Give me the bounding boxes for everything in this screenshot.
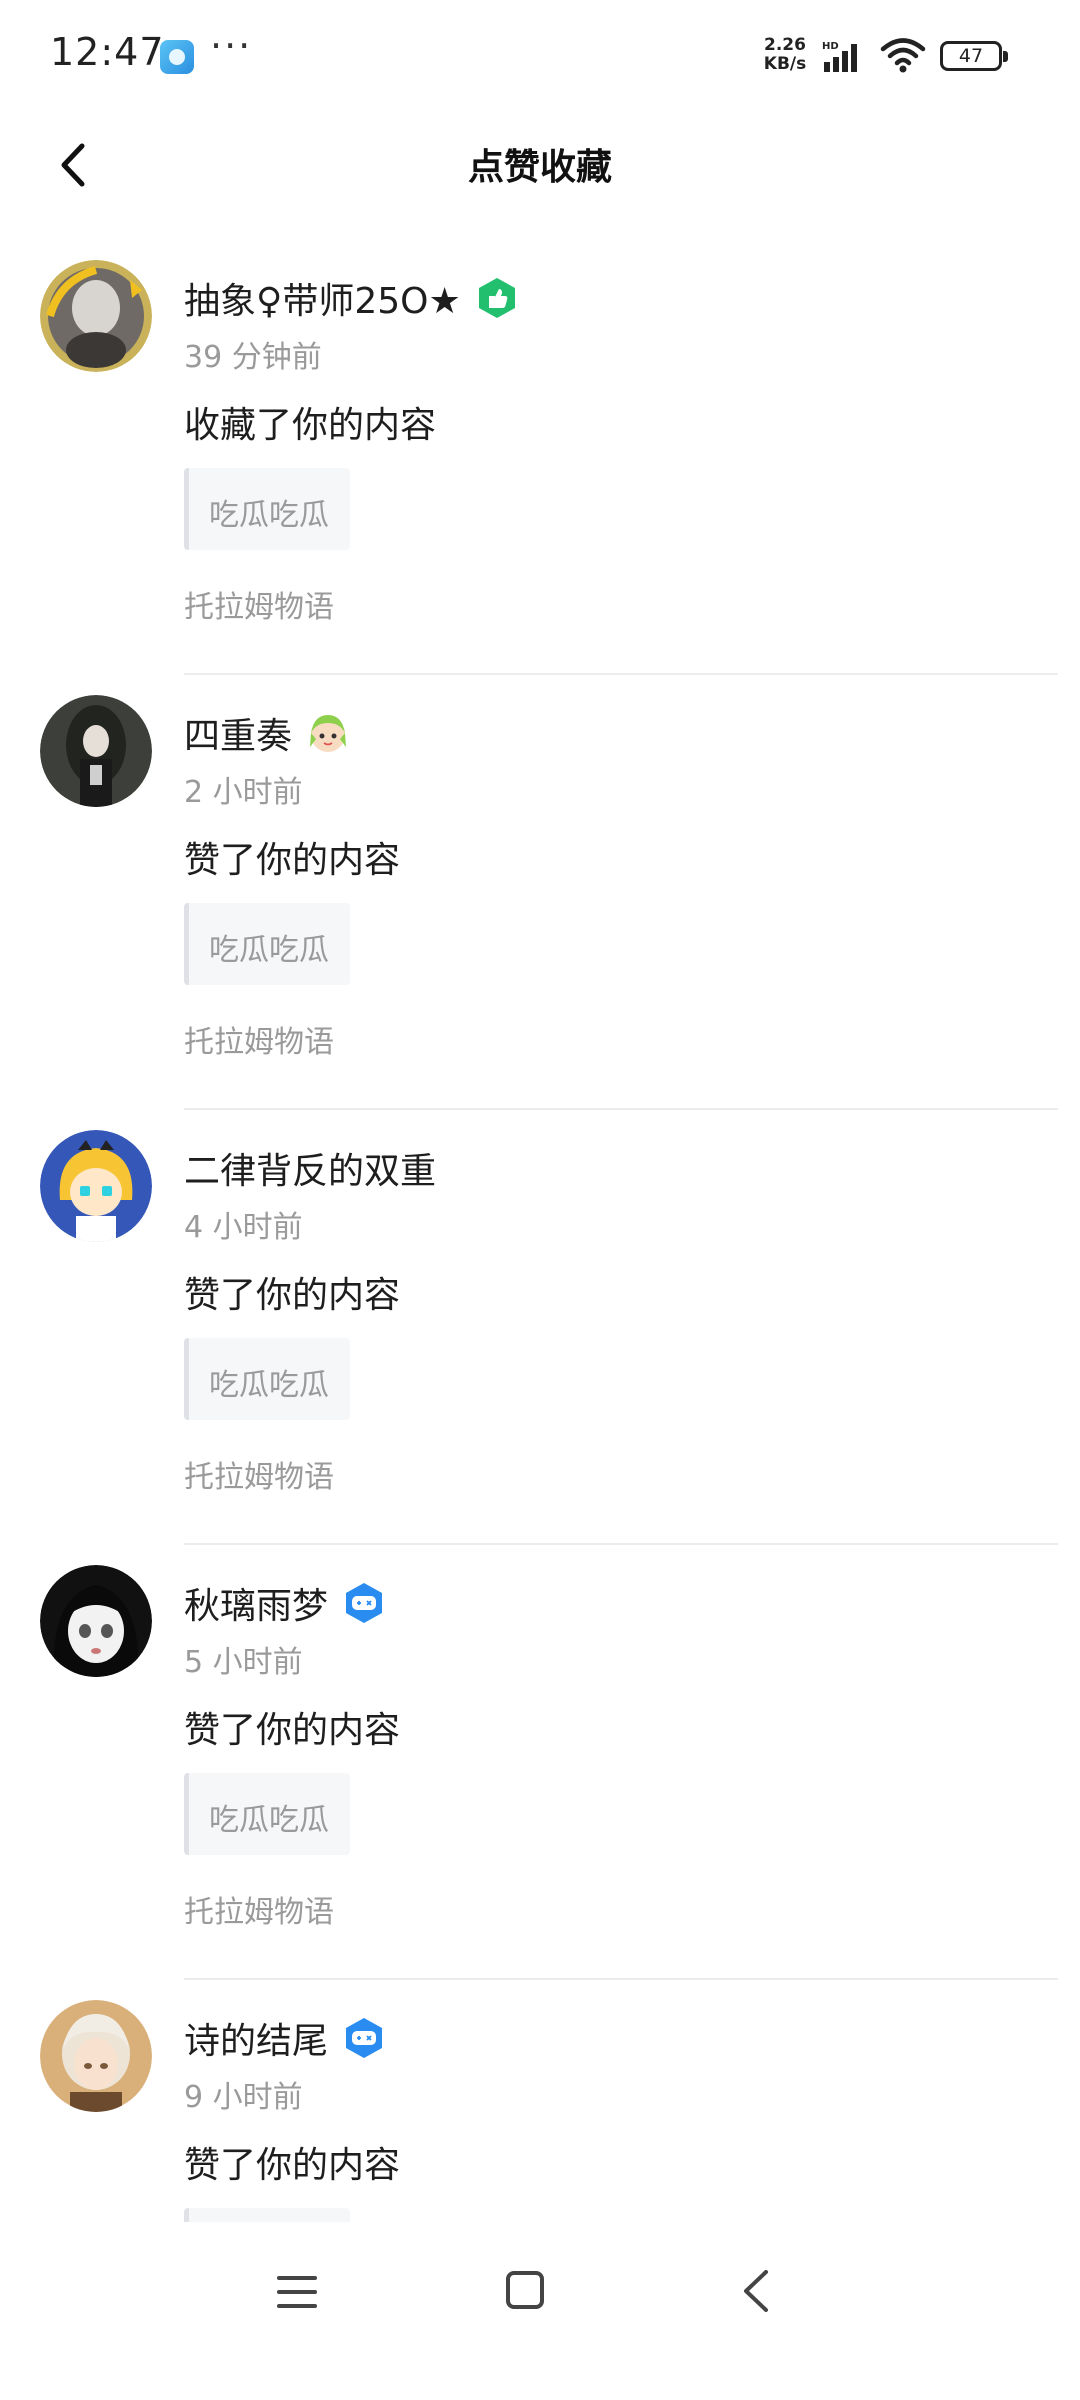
user-name[interactable]: 二律背反的双重 [184,1142,436,1194]
timestamp: 5 小时前 [184,1645,303,1680]
quoted-content[interactable]: 吃瓜吃瓜 [184,1338,350,1420]
user-name[interactable]: 诗的结尾 [184,2012,328,2064]
quoted-text: 吃瓜吃瓜 [209,1368,329,1403]
timestamp: 9 小时前 [184,2080,303,2115]
network-speed: 2.26 KB/s [760,36,810,74]
timestamp: 39 分钟前 [184,340,322,375]
anime-emoji-badge-icon [310,715,347,752]
green-hand-badge-icon [478,278,515,318]
notification-item[interactable]: 二律背反的双重 4 小时前 赞了你的内容 吃瓜吃瓜 托拉姆物语 [0,1110,1080,1545]
name-row: 四重奏 [184,705,350,761]
action-text: 赞了你的内容 [184,840,401,881]
user-avatar[interactable] [40,260,152,372]
user-avatar[interactable] [40,1130,152,1242]
quoted-text: 吃瓜吃瓜 [209,1803,329,1838]
action-text: 赞了你的内容 [184,1275,401,1316]
gamepad-badge-icon [346,2018,383,2058]
home-square-icon[interactable] [505,2270,545,2310]
quoted-content[interactable]: 吃瓜吃瓜 [184,468,350,550]
quoted-content[interactable]: 吃瓜吃瓜 [184,903,350,985]
user-avatar[interactable] [40,2000,152,2112]
action-text: 赞了你的内容 [184,2145,401,2186]
page-title: 点赞收藏 [467,147,612,188]
action-text: 赞了你的内容 [184,1710,401,1751]
user-name[interactable]: 秋璃雨梦 [184,1577,328,1629]
notification-item[interactable]: 四重奏 2 小时前 赞了你的内容 吃瓜吃瓜 托拉姆物语 [0,675,1080,1110]
name-row: 抽象♀带师25O★ [184,270,519,326]
menu-icon[interactable] [275,2272,319,2312]
network-speed-value: 2.26 [764,35,806,55]
quoted-text: 吃瓜吃瓜 [209,933,329,968]
battery-indicator: 47 [940,41,1008,71]
user-name[interactable]: 抽象♀带师25O★ [184,272,461,324]
timestamp: 4 小时前 [184,1210,303,1245]
back-triangle-icon[interactable] [738,2268,774,2314]
cellular-signal-icon: HD [822,41,857,72]
wifi-icon [880,38,926,73]
user-name[interactable]: 四重奏 [184,707,292,759]
notification-item[interactable]: 秋璃雨梦 5 小时前 赞了你的内容 吃瓜吃瓜 托拉姆物语 [0,1545,1080,1980]
notification-list[interactable]: 抽象♀带师25O★ 39 分钟前 收藏了你的内容 吃瓜吃瓜 托拉姆物语 四重奏 [0,240,1080,2400]
quoted-text: 吃瓜吃瓜 [209,498,329,533]
source-game[interactable]: 托拉姆物语 [184,582,334,626]
status-bar: 12:47 ··· 2.26 KB/s HD 47 [0,0,1080,110]
source-game[interactable]: 托拉姆物语 [184,1887,334,1931]
gamepad-badge-icon [346,1583,383,1623]
user-avatar[interactable] [40,695,152,807]
timestamp: 2 小时前 [184,775,303,810]
source-game[interactable]: 托拉姆物语 [184,1452,334,1496]
action-text: 收藏了你的内容 [184,405,437,446]
page-header: 点赞收藏 [0,110,1080,220]
network-speed-unit: KB/s [763,54,807,74]
name-row: 二律背反的双重 [184,1140,436,1196]
status-time: 12:47 [50,30,165,74]
system-nav-bar [0,2222,1080,2400]
app-notification-icon [160,40,194,74]
more-notifications-icon: ··· [210,24,253,68]
user-avatar[interactable] [40,1565,152,1677]
hd-label: HD [822,41,839,52]
name-row: 诗的结尾 [184,2010,386,2066]
name-row: 秋璃雨梦 [184,1575,386,1631]
notification-item[interactable]: 抽象♀带师25O★ 39 分钟前 收藏了你的内容 吃瓜吃瓜 托拉姆物语 [0,240,1080,675]
quoted-content[interactable]: 吃瓜吃瓜 [184,1773,350,1855]
source-game[interactable]: 托拉姆物语 [184,1017,334,1061]
